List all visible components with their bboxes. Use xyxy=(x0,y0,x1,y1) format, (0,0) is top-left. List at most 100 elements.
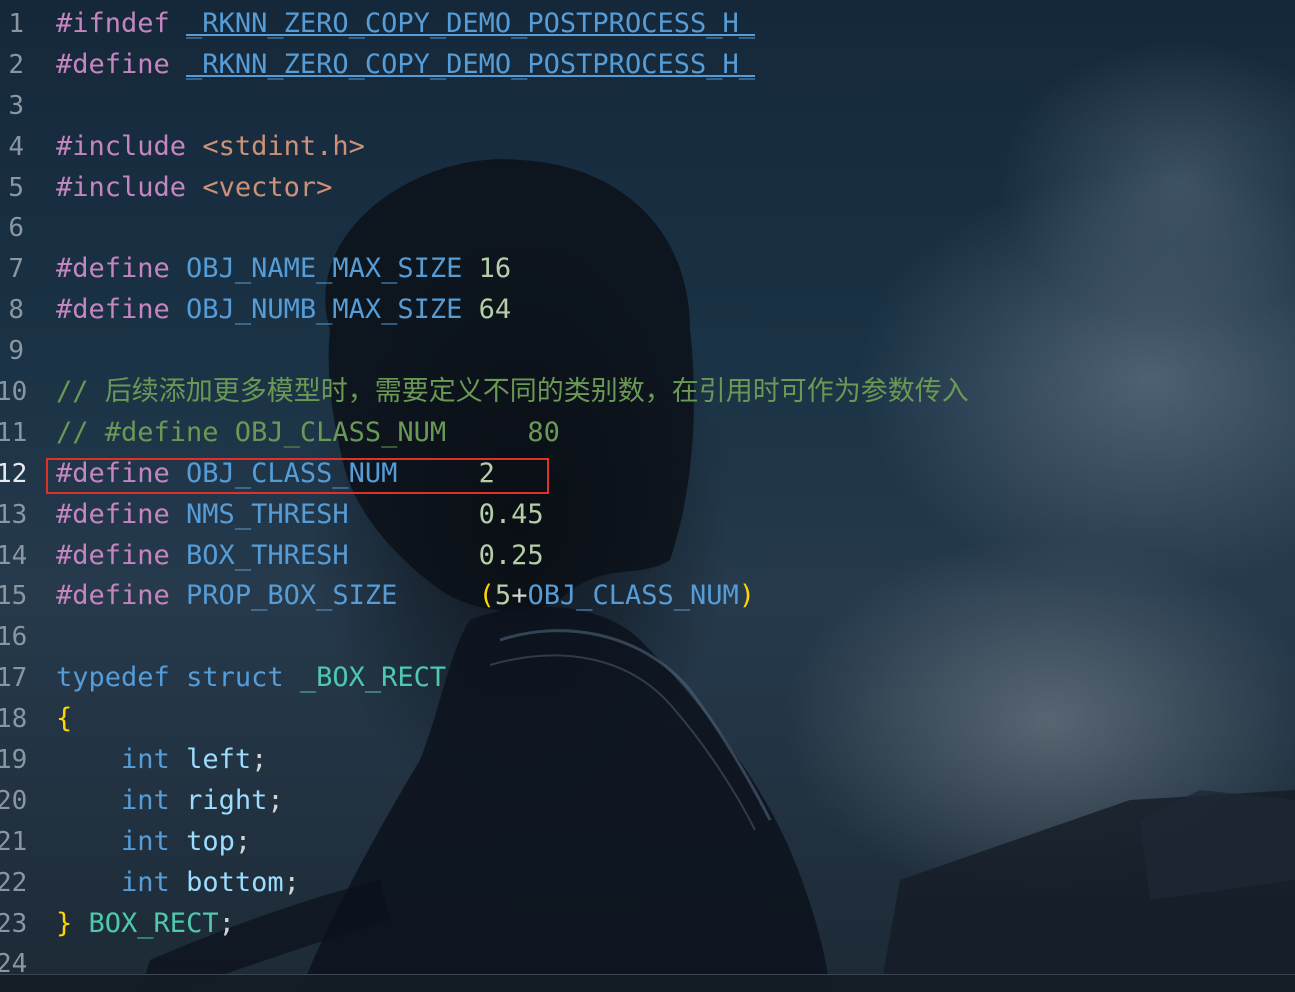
line-code: // 后续添加更多模型时，需要定义不同的类别数，在引用时可作为参数传入 xyxy=(56,372,969,413)
line-code: } BOX_RECT; xyxy=(56,904,235,945)
line-code: #define _RKNN_ZERO_COPY_DEMO_POSTPROCESS… xyxy=(56,45,755,86)
line-code: #define OBJ_NAME_MAX_SIZE 16 xyxy=(56,249,511,290)
code-line[interactable]: 5 #include <vector> xyxy=(0,168,1295,209)
code-token: #define xyxy=(56,48,187,80)
line-number: 10 xyxy=(0,377,28,408)
code-token: #define xyxy=(56,498,187,530)
code-line[interactable]: 19 int left; xyxy=(0,740,1295,781)
code-line[interactable]: 18 { xyxy=(0,699,1295,740)
line-number: 22 xyxy=(0,867,28,898)
code-token: OBJ_CLASS_NUM xyxy=(527,580,739,612)
code-editor[interactable]: 1 #ifndef _RKNN_ZERO_COPY_DEMO_POSTPROCES… xyxy=(0,0,1295,992)
line-code: #include <stdint.h> xyxy=(56,127,365,168)
line-number: 11 xyxy=(0,417,28,448)
code-token: #define xyxy=(56,539,187,571)
code-token: 5 xyxy=(494,580,512,612)
code-token: ) xyxy=(738,580,756,612)
code-token: 16 xyxy=(478,253,512,285)
code-line[interactable]: 22 int bottom; xyxy=(0,863,1295,904)
line-number: 19 xyxy=(0,745,28,776)
line-number: 15 xyxy=(0,581,28,612)
code-line[interactable]: 8 #define OBJ_NUMB_MAX_SIZE 64 xyxy=(0,290,1295,331)
code-token: ; xyxy=(251,744,268,776)
line-code: int bottom; xyxy=(56,863,300,904)
line-code: #define PROP_BOX_SIZE (5+OBJ_CLASS_NUM) xyxy=(56,576,755,617)
code-token: { xyxy=(56,703,73,735)
code-token: #define xyxy=(56,580,187,612)
line-code: #define NMS_THRESH 0.45 xyxy=(56,495,544,536)
line-number: 20 xyxy=(0,785,28,816)
code-token: <vector> xyxy=(202,171,333,203)
code-line[interactable]: 1 #ifndef _RKNN_ZERO_COPY_DEMO_POSTPROCES… xyxy=(0,4,1295,45)
line-number: 5 xyxy=(8,172,24,203)
code-token: ; xyxy=(283,866,300,898)
code-line[interactable]: 3 xyxy=(0,86,1295,127)
code-lines[interactable]: 1 #ifndef _RKNN_ZERO_COPY_DEMO_POSTPROCES… xyxy=(0,4,1295,985)
code-line[interactable]: 4 #include <stdint.h> xyxy=(0,127,1295,168)
code-token: BOX_RECT xyxy=(88,907,219,939)
code-line[interactable]: 15 #define PROP_BOX_SIZE (5+OBJ_CLASS_NUM… xyxy=(0,576,1295,617)
code-line[interactable]: 7 #define OBJ_NAME_MAX_SIZE 16 xyxy=(0,249,1295,290)
code-token: _BOX_RECT xyxy=(299,662,447,694)
line-number: 6 xyxy=(8,213,24,244)
line-code: #include <vector> xyxy=(56,168,332,209)
line-number: 9 xyxy=(8,336,24,367)
line-number: 4 xyxy=(8,131,24,162)
code-line[interactable]: 9 xyxy=(0,331,1295,372)
line-number: 13 xyxy=(0,499,28,530)
line-code: int right; xyxy=(56,781,284,822)
code-token: ; xyxy=(234,825,252,857)
code-line[interactable]: 11 // #define OBJ_CLASS_NUM 80 xyxy=(0,413,1295,454)
code-token: OBJ_NAME_MAX_SIZE xyxy=(186,253,463,285)
code-token: _RKNN_ZERO_COPY_DEMO_POSTPROCESS_H_ xyxy=(186,48,755,80)
line-number: 3 xyxy=(8,90,24,121)
code-token: } xyxy=(56,907,73,939)
line-number: 8 xyxy=(8,295,24,326)
line-code: typedef struct _BOX_RECT xyxy=(56,658,446,699)
code-line[interactable]: 6 xyxy=(0,208,1295,249)
code-token: #ifndef xyxy=(56,8,187,39)
line-number: 17 xyxy=(0,663,28,694)
status-bar xyxy=(0,974,1295,992)
code-line[interactable]: 10 // 后续添加更多模型时，需要定义不同的类别数，在引用时可作为参数传入 xyxy=(0,372,1295,413)
code-token: 0.45 xyxy=(478,498,544,530)
line-code: #define BOX_THRESH 0.25 xyxy=(56,536,544,577)
line-number: 2 xyxy=(8,49,24,80)
code-token: struct xyxy=(186,662,284,694)
code-line[interactable]: 23} BOX_RECT; xyxy=(0,904,1295,945)
code-token: bottom xyxy=(186,866,284,898)
code-token: left xyxy=(186,744,252,776)
code-line[interactable]: 17 typedef struct _BOX_RECT xyxy=(0,658,1295,699)
code-line[interactable]: 2 #define _RKNN_ZERO_COPY_DEMO_POSTPROCES… xyxy=(0,45,1295,86)
code-token: #include xyxy=(56,171,203,203)
code-token: <stdint.h> xyxy=(202,130,365,162)
code-token: OBJ_NUMB_MAX_SIZE xyxy=(186,294,463,326)
line-number: 16 xyxy=(0,622,28,653)
line-number: 12 xyxy=(0,458,28,489)
code-token: NMS_THRESH xyxy=(186,498,349,530)
code-token: PROP_BOX_SIZE xyxy=(186,580,398,612)
code-line[interactable]: 13 #define NMS_THRESH 0.45 xyxy=(0,495,1295,536)
code-token: ( xyxy=(478,580,495,612)
code-token: #define xyxy=(56,253,187,285)
code-token: ; xyxy=(267,784,284,816)
code-token: 0.25 xyxy=(478,539,544,571)
code-line[interactable]: 14 #define BOX_THRESH 0.25 xyxy=(0,536,1295,577)
code-token: typedef xyxy=(56,662,170,694)
code-token: #include xyxy=(56,130,203,162)
code-line[interactable]: 20 int right; xyxy=(0,781,1295,822)
code-line[interactable]: 21 int top; xyxy=(0,822,1295,863)
code-line[interactable]: 16 xyxy=(0,617,1295,658)
code-token: ; xyxy=(218,907,235,939)
line-code: int top; xyxy=(56,822,251,863)
